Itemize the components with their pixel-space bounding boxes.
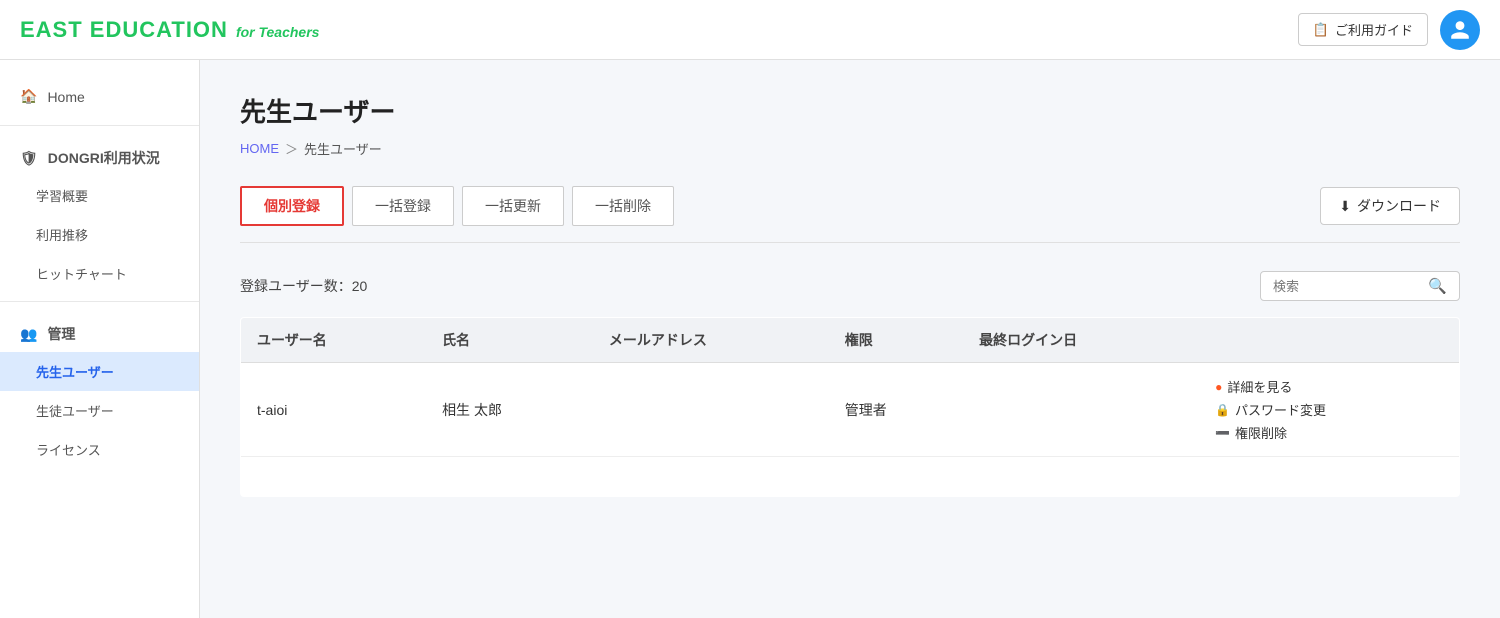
logo-sub-text: for Teachers — [236, 24, 320, 40]
sidebar-item-usage[interactable]: 利用推移 — [0, 215, 199, 254]
table-header-row: ユーザー名 氏名 メールアドレス 権限 最終ログイン日 — [241, 318, 1460, 363]
user-avatar-button[interactable] — [1440, 10, 1480, 50]
home-label: Home — [47, 89, 84, 105]
tab-individual-register[interactable]: 個別登録 — [240, 186, 344, 226]
page-title: 先生ユーザー — [240, 92, 1460, 129]
sidebar-divider-2 — [0, 301, 199, 302]
download-button[interactable]: ⬇ ダウンロード — [1320, 187, 1460, 225]
main-content: 先生ユーザー HOME ＞ 先生ユーザー 個別登録 一括登録 一括更新 一括削除… — [200, 60, 1500, 618]
breadcrumb: HOME ＞ 先生ユーザー — [240, 139, 1460, 158]
sidebar-management: 👥 管理 — [0, 310, 199, 352]
cell-actions: ● 詳細を見る 🔒 パスワード変更 ➖ 権限削除 — [1199, 363, 1459, 457]
sidebar-item-hichart[interactable]: ヒットチャート — [0, 254, 199, 293]
tab-bulk-delete[interactable]: 一括削除 — [572, 186, 674, 226]
users-table: ユーザー名 氏名 メールアドレス 権限 最終ログイン日 t-aioi 相生 太郎… — [240, 317, 1460, 497]
action-row: 個別登録 一括登録 一括更新 一括削除 ⬇ ダウンロード — [240, 186, 1460, 243]
count-search-row: 登録ユーザー数：20 🔍 — [240, 271, 1460, 301]
detail-icon: ● — [1215, 380, 1222, 394]
sidebar-item-learning[interactable]: 学習概要 — [0, 176, 199, 215]
detail-label: 詳細を見る — [1227, 377, 1292, 396]
management-label: 管理 — [47, 324, 75, 344]
logo: EAST EDUCATION for Teachers — [20, 17, 319, 43]
book-icon: 📋 — [1313, 22, 1329, 38]
cell-fullname: 相生 太郎 — [426, 363, 593, 457]
shield-icon: 🛡 — [20, 150, 38, 167]
password-label: パスワード変更 — [1235, 400, 1326, 419]
home-icon: 🏠 — [20, 88, 37, 105]
teacher-label: 先生ユーザー — [36, 365, 114, 380]
header: EAST EDUCATION for Teachers 📋 ご利用ガイド — [0, 0, 1500, 60]
search-box: 🔍 — [1260, 271, 1460, 301]
sidebar-item-license[interactable]: ライセンス — [0, 430, 199, 469]
cell-role: 管理者 — [829, 363, 963, 457]
cell-email — [593, 363, 829, 457]
layout: 🏠 Home 🛡 DONGRI利用状況 学習概要 利用推移 ヒットチャート 👥 … — [0, 0, 1500, 618]
sidebar-item-student[interactable]: 生徒ユーザー — [0, 391, 199, 430]
learning-label: 学習概要 — [36, 189, 88, 204]
dongri-label: DONGRI利用状況 — [48, 148, 160, 168]
delete-label: 権限削除 — [1235, 423, 1287, 442]
download-icon: ⬇ — [1339, 198, 1351, 215]
guide-button[interactable]: 📋 ご利用ガイド — [1298, 13, 1428, 46]
tab-bulk-register[interactable]: 一括登録 — [352, 186, 454, 226]
col-email: メールアドレス — [593, 318, 829, 363]
breadcrumb-home-link[interactable]: HOME — [240, 141, 279, 156]
breadcrumb-current: 先生ユーザー — [304, 139, 382, 158]
search-icon: 🔍 — [1428, 277, 1447, 295]
sidebar-dongri[interactable]: 🛡 DONGRI利用状況 — [0, 134, 199, 176]
detail-link[interactable]: ● 詳細を見る — [1215, 377, 1292, 396]
sidebar-divider-1 — [0, 125, 199, 126]
minus-icon: ➖ — [1215, 426, 1230, 440]
col-actions — [1199, 318, 1459, 363]
sidebar-item-teacher[interactable]: 先生ユーザー — [0, 352, 199, 391]
password-link[interactable]: 🔒 パスワード変更 — [1215, 400, 1326, 419]
table-row: t-aioi 相生 太郎 管理者 ● 詳細を見る 🔒 — [241, 363, 1460, 457]
search-input[interactable] — [1273, 279, 1422, 294]
delete-link[interactable]: ➖ 権限削除 — [1215, 423, 1287, 442]
guide-label: ご利用ガイド — [1335, 20, 1413, 39]
hichart-label: ヒットチャート — [36, 267, 127, 282]
management-icon: 👥 — [20, 326, 37, 343]
student-label: 生徒ユーザー — [36, 404, 114, 419]
col-role: 権限 — [829, 318, 963, 363]
actions-cell: ● 詳細を見る 🔒 パスワード変更 ➖ 権限削除 — [1215, 377, 1443, 442]
breadcrumb-separator: ＞ — [285, 139, 298, 158]
col-fullname: 氏名 — [426, 318, 593, 363]
logo-main-text: EAST EDUCATION — [20, 17, 228, 43]
sidebar: 🏠 Home 🛡 DONGRI利用状況 学習概要 利用推移 ヒットチャート 👥 … — [0, 60, 200, 618]
col-username: ユーザー名 — [241, 318, 427, 363]
download-label: ダウンロード — [1357, 196, 1441, 216]
cell-username: t-aioi — [241, 363, 427, 457]
col-last-login: 最終ログイン日 — [963, 318, 1199, 363]
cell-last-login — [963, 363, 1199, 457]
header-right: 📋 ご利用ガイド — [1298, 10, 1480, 50]
user-count: 登録ユーザー数：20 — [240, 276, 367, 296]
tab-buttons: 個別登録 一括登録 一括更新 一括削除 — [240, 186, 682, 226]
license-label: ライセンス — [36, 443, 101, 458]
lock-icon: 🔒 — [1215, 403, 1230, 417]
table-row-empty — [241, 457, 1460, 497]
sidebar-item-home[interactable]: 🏠 Home — [0, 76, 199, 117]
person-icon — [1449, 19, 1471, 41]
tab-bulk-update[interactable]: 一括更新 — [462, 186, 564, 226]
usage-label: 利用推移 — [36, 228, 88, 243]
